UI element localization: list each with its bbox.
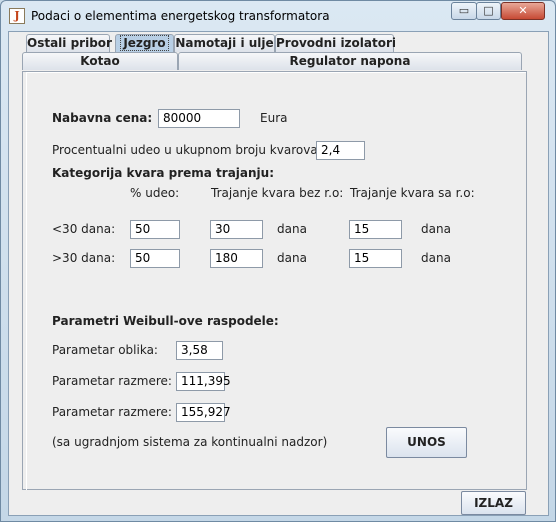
row-lt30-bez-unit: dana [277,222,307,236]
tab-kotao[interactable]: Kotao [22,52,178,70]
oblik-label: Parametar oblika: [52,343,158,357]
client-area: Ostali pribor Jezgro Namotaji i ulje Pro… [8,31,549,516]
razmere1-label: Parametar razmere: [52,374,172,388]
col-udeo-header: % udeo: [130,186,180,200]
tab-ostali-pribor[interactable]: Ostali pribor [26,34,112,52]
oblik-input[interactable]: 3,58 [176,341,223,360]
row-lt30-udeo-input[interactable]: 50 [130,220,180,239]
unos-button[interactable]: UNOS [386,427,467,458]
row-gt30-sa-unit: dana [421,251,451,265]
col-sa-header: Trajanje kvara sa r.o: [350,186,475,200]
row-gt30-label: >30 dana: [52,251,116,265]
razmere2-label: Parametar razmere: [52,405,172,419]
nabavna-cena-input[interactable]: 80000 [158,109,240,128]
kategorija-label: Kategorija kvara prema trajanju: [52,166,275,180]
row-lt30-bez-input[interactable]: 30 [210,220,263,239]
window-title: Podaci o elementima energetskog transfor… [31,9,330,23]
row-gt30-sa-input[interactable]: 15 [349,249,402,268]
tab-provodni-izolatori[interactable]: Provodni izolatori [275,34,396,52]
row-gt30-bez-unit: dana [277,251,307,265]
row-lt30-sa-input[interactable]: 15 [349,220,402,239]
weibull-label: Parametri Weibull-ove raspodele: [52,314,279,328]
col-bez-header: Trajanje kvara bez r.o: [211,186,344,200]
tab-namotaji-i-ulje[interactable]: Namotaji i ulje [174,34,275,52]
title-bar[interactable]: J Podaci o elementima energetskog transf… [1,1,555,31]
minimize-button[interactable]: ▭ [451,2,477,20]
row-gt30-udeo-input[interactable]: 50 [130,249,180,268]
razmere1-input[interactable]: 111,395 [176,372,231,391]
udeo-label: Procentualni udeo u ukupnom broju kvarov… [52,143,322,157]
maximize-button[interactable]: □ [476,2,501,20]
izlaz-button[interactable]: IZLAZ [461,491,526,515]
tab-regulator-napona[interactable]: Regulator napona [178,52,522,70]
app-window: J Podaci o elementima energetskog transf… [0,0,556,522]
nabavna-cena-label: Nabavna cena: [52,111,153,125]
java-icon: J [9,8,25,24]
row-lt30-sa-unit: dana [421,222,451,236]
razmere2-input[interactable]: 155,927 [176,403,231,422]
row-lt30-label: <30 dana: [52,222,116,236]
jezgro-panel: Nabavna cena: 80000 Eura Procentualni ud… [22,71,527,490]
tab-jezgro[interactable]: Jezgro [115,34,174,52]
currency-label: Eura [260,111,288,125]
row-gt30-bez-input[interactable]: 180 [210,249,263,268]
note-label: (sa ugradnjom sistema za kontinualni nad… [52,435,328,449]
udeo-input[interactable]: 2,4 [316,141,365,160]
close-button[interactable]: ✕ [501,2,545,20]
